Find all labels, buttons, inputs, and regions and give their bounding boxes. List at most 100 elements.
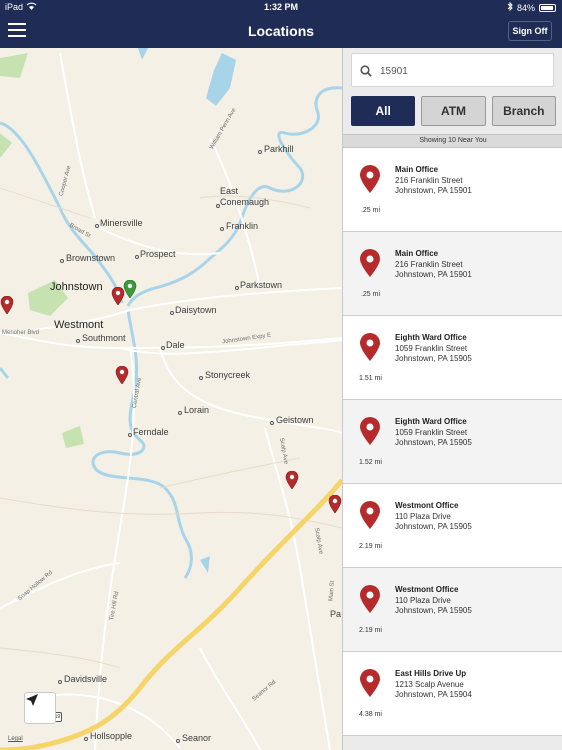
location-address: 110 Plaza Drive — [395, 596, 451, 605]
road-menoher: Menoher Blvd — [2, 330, 40, 336]
place-parkhill: Parkhill — [264, 144, 294, 154]
town-dot — [199, 376, 203, 380]
location-name: Eighth Ward Office — [395, 333, 467, 342]
location-pin-icon — [359, 249, 381, 277]
location-distance: .25 mi — [360, 207, 381, 214]
status-time: 1:32 PM — [263, 2, 298, 12]
town-dot — [258, 150, 262, 154]
location-name: East Hills Drive Up — [395, 669, 467, 678]
location-address: 1213 Scalp Avenue — [395, 680, 464, 689]
place-pa: Pa — [330, 609, 342, 619]
map-pin-location[interactable] — [115, 366, 129, 384]
place-westmont: Westmont — [54, 319, 104, 331]
location-item[interactable]: .25 mi Main Office 216 Franklin Street J… — [343, 148, 562, 232]
filter-all-button[interactable]: All — [351, 96, 416, 126]
battery-icon — [539, 3, 556, 12]
town-dot — [176, 739, 180, 743]
filter-segment: All ATM Branch — [351, 96, 556, 126]
town-dot — [76, 339, 80, 343]
location-pin-icon — [359, 585, 381, 613]
location-city: Johnstown, PA 15905 — [395, 438, 472, 447]
navigation-bar: Locations Sign Off — [0, 16, 562, 48]
location-pin-icon — [359, 333, 381, 361]
town-dot — [135, 255, 139, 259]
battery-percent: 84% — [516, 2, 535, 13]
town-dot — [58, 680, 62, 684]
town-dot — [170, 311, 174, 315]
map-pin-current[interactable] — [123, 280, 137, 298]
place-lorain: Lorain — [184, 405, 210, 415]
location-distance: 1.51 mi — [359, 375, 382, 382]
location-address: 110 Plaza Drive — [395, 512, 451, 521]
locations-panel: All ATM Branch Showing 10 Near You .25 m… — [342, 48, 562, 750]
town-dot — [220, 227, 224, 231]
location-distance: 4.38 mi — [359, 711, 382, 718]
location-distance: .25 mi — [360, 291, 381, 298]
location-item[interactable]: 1.51 mi Eighth Ward Office 1059 Franklin… — [343, 316, 562, 400]
place-stonycreek: Stonycreek — [205, 370, 251, 380]
location-item[interactable]: 2.19 mi Westmont Office 110 Plaza Drive … — [343, 484, 562, 568]
place-dale: Dale — [166, 340, 185, 350]
map-view[interactable]: Parkhill East Conemaugh Minersville Fran… — [0, 48, 342, 750]
search-input[interactable] — [380, 62, 550, 80]
town-dot — [128, 433, 132, 437]
place-prospect: Prospect — [140, 249, 176, 259]
results-caption: Showing 10 Near You — [343, 134, 562, 148]
location-address: 1059 Franklin Street — [395, 344, 468, 353]
map-pin-location[interactable] — [0, 296, 14, 314]
place-johnstown: Johnstown — [50, 281, 103, 293]
location-pin-icon — [359, 165, 381, 193]
locations-list: .25 mi Main Office 216 Franklin Street J… — [343, 148, 562, 736]
town-dot — [161, 346, 165, 350]
location-distance: 2.19 mi — [359, 627, 382, 634]
location-name: Eighth Ward Office — [395, 417, 467, 426]
bluetooth-icon — [507, 1, 513, 13]
map-pin-location[interactable] — [328, 495, 342, 513]
town-dot — [84, 737, 88, 741]
town-dot — [270, 421, 274, 425]
location-pin-icon — [359, 501, 381, 529]
location-distance: 1.52 mi — [359, 459, 382, 466]
location-distance: 2.19 mi — [359, 543, 382, 550]
location-city: Johnstown, PA 15901 — [395, 270, 472, 279]
page-title: Locations — [247, 23, 315, 39]
place-davidsville: Davidsville — [64, 674, 108, 684]
status-bar: iPad 1:32 PM 84% — [0, 0, 562, 16]
legal-link[interactable]: Legal — [8, 736, 23, 742]
place-minersville: Minersville — [100, 218, 143, 228]
place-seanor: Seanor — [182, 733, 212, 743]
location-item[interactable]: .25 mi Main Office 216 Franklin Street J… — [343, 232, 562, 316]
location-city: Johnstown, PA 15905 — [395, 522, 472, 531]
location-city: Johnstown, PA 15905 — [395, 606, 472, 615]
location-address: 216 Franklin Street — [395, 176, 463, 185]
location-name: Westmont Office — [395, 585, 459, 594]
map-pin-location[interactable] — [285, 471, 299, 489]
sign-off-button[interactable]: Sign Off — [508, 21, 552, 41]
search-box — [351, 53, 554, 87]
location-city: Johnstown, PA 15905 — [395, 354, 472, 363]
place-parkstown: Parkstown — [240, 280, 283, 290]
location-name: Main Office — [395, 165, 439, 174]
filter-atm-button[interactable]: ATM — [421, 96, 486, 126]
town-dot — [235, 286, 239, 290]
place-daisytown: Daisytown — [175, 305, 217, 315]
search-icon — [360, 64, 372, 82]
location-city: Johnstown, PA 15904 — [395, 690, 472, 699]
place-southmont: Southmont — [82, 333, 126, 343]
place-east-conemaugh: East Conemaugh — [220, 186, 270, 207]
locate-me-button[interactable] — [24, 692, 56, 724]
location-pin-icon — [359, 417, 381, 445]
place-franklin: Franklin — [226, 221, 259, 231]
filter-branch-button[interactable]: Branch — [491, 96, 556, 126]
location-item[interactable]: 4.38 mi East Hills Drive Up 1213 Scalp A… — [343, 652, 562, 736]
town-dot — [60, 259, 64, 263]
place-ferndale: Ferndale — [133, 427, 169, 437]
location-pin-icon — [359, 669, 381, 697]
town-dot — [178, 411, 182, 415]
location-item[interactable]: 1.52 mi Eighth Ward Office 1059 Franklin… — [343, 400, 562, 484]
town-dot — [216, 204, 220, 208]
place-hollsopple: Hollsopple — [90, 731, 133, 741]
place-geistown: Geistown — [276, 415, 314, 425]
town-dot — [95, 224, 99, 228]
location-item[interactable]: 2.19 mi Westmont Office 110 Plaza Drive … — [343, 568, 562, 652]
